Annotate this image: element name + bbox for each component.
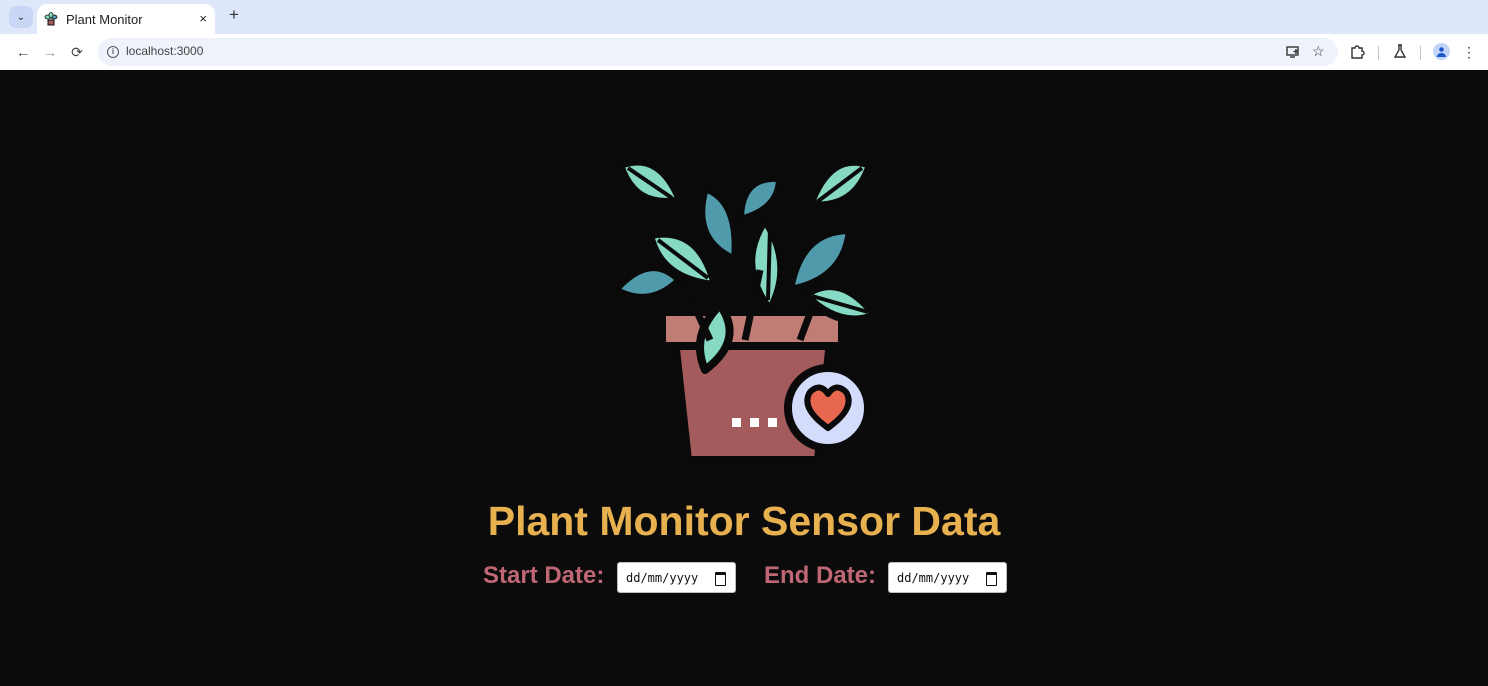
site-info-icon[interactable]: i — [107, 46, 119, 58]
start-date-label: Start Date: — [483, 562, 605, 589]
start-date-value: dd/mm/yyyy — [626, 571, 699, 585]
start-date-input[interactable]: dd/mm/yyyy — [617, 562, 736, 593]
profile-avatar-icon[interactable] — [1433, 43, 1450, 60]
back-arrow-icon[interactable]: ← — [13, 42, 33, 62]
toolbar-separator — [1378, 46, 1379, 60]
plant-favicon-icon — [44, 12, 58, 26]
menu-kebab-icon[interactable]: ⋮ — [1459, 42, 1479, 62]
end-date-input[interactable]: dd/mm/yyyy — [888, 562, 1007, 593]
chevron-down-icon: ⌄ — [16, 11, 26, 23]
reload-icon[interactable]: ⟳ — [67, 42, 87, 62]
browser-chrome: ⌄ Plant Monitor × + ← → ⟳ i localhost:30… — [0, 0, 1488, 70]
calendar-icon[interactable] — [715, 572, 726, 586]
address-bar[interactable]: i localhost:3000 ☆ — [98, 38, 1338, 66]
end-date-label: End Date: — [764, 562, 877, 589]
tab-strip: ⌄ Plant Monitor × + — [0, 0, 1488, 34]
tab-title: Plant Monitor — [66, 11, 143, 27]
install-app-icon[interactable] — [1286, 45, 1300, 59]
potted-plant-with-heart-icon — [611, 157, 879, 464]
page-title: Plant Monitor Sensor Data — [487, 498, 1001, 544]
person-icon — [1437, 47, 1446, 57]
new-tab-button[interactable]: + — [224, 5, 244, 25]
tab-search-button[interactable]: ⌄ — [9, 6, 33, 28]
tab-plant-monitor[interactable]: Plant Monitor × — [37, 4, 215, 34]
bookmark-star-icon[interactable]: ☆ — [1312, 43, 1325, 60]
calendar-icon[interactable] — [986, 572, 997, 586]
toolbar-separator — [1420, 46, 1421, 60]
close-tab-icon[interactable]: × — [199, 11, 207, 26]
end-date-value: dd/mm/yyyy — [897, 571, 970, 585]
date-filter-bar: Start Date: dd/mm/yyyy End Date: dd/mm/y… — [0, 562, 1488, 598]
labs-flask-icon[interactable] — [1390, 43, 1410, 59]
forward-arrow-icon[interactable]: → — [40, 42, 60, 62]
url-text[interactable]: localhost:3000 — [126, 44, 203, 58]
browser-toolbar: ← → ⟳ i localhost:3000 ☆ ⋮ — [0, 34, 1488, 70]
extensions-icon[interactable] — [1347, 43, 1367, 59]
